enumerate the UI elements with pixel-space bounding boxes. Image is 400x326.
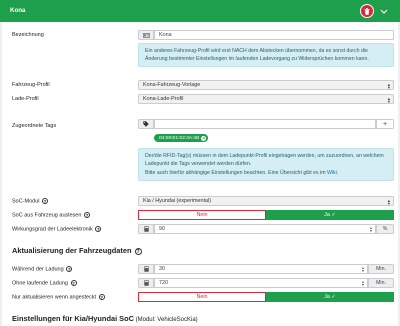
soc-read-label-text: SoC aus Fahrzeug auslesen	[12, 212, 82, 219]
tags-label: Zugeordnete Tags	[12, 123, 57, 129]
without-charge-unit: Min.	[368, 278, 394, 288]
section-kia-bold: Einstellungen für Kia/Hyundai SoC	[12, 314, 134, 323]
tags-info-box: Der/die RFID-Tag(s) müssen in dem Ladepu…	[138, 148, 394, 181]
soc-read-no-button[interactable]: Nein	[138, 210, 266, 220]
bezeichnung-input[interactable]: Kona	[154, 30, 394, 40]
efficiency-input[interactable]: 90 ▴ ▾	[154, 224, 376, 234]
card-title: Kona	[10, 7, 26, 14]
collapse-button[interactable]	[379, 6, 389, 16]
during-charge-label-text: Während der Ladung	[12, 266, 64, 273]
help-icon[interactable]: ?	[95, 226, 102, 232]
without-charge-field-icon	[138, 278, 154, 288]
tag-chip[interactable]: 04:08:E1:02:3A:4B ✕	[154, 134, 209, 142]
calculator-icon	[143, 226, 149, 232]
soc-read-yes-label: Ja	[324, 212, 330, 218]
check-icon: ✓	[331, 294, 336, 300]
charge-profile-value: Kona-Lade-Profil	[143, 96, 184, 102]
during-charge-field-icon	[138, 264, 154, 274]
spinner-icon[interactable]: ▴ ▾	[370, 225, 372, 233]
help-icon[interactable]: ?	[83, 212, 90, 218]
efficiency-field-icon	[138, 224, 154, 234]
section-update-text: Aktualisierung der Fahrzeugdaten	[12, 246, 132, 255]
tags-info-line2: Bitte auch hierfür abhängige Einstellung…	[145, 169, 327, 176]
add-tag-button[interactable]: +	[376, 119, 394, 129]
tags-info-end: .	[336, 169, 339, 176]
only-plugged-no-button[interactable]: Nein	[138, 292, 266, 302]
efficiency-unit: %	[376, 224, 394, 234]
tag-input[interactable]	[154, 119, 376, 129]
efficiency-value: 90	[159, 226, 165, 232]
soc-read-yes-button[interactable]: Ja ✓	[266, 210, 394, 220]
without-charge-input[interactable]: 720 ▴ ▾	[154, 278, 368, 288]
vehicle-profile-label: Fahrzeug-Profil	[12, 82, 50, 88]
trash-icon	[364, 7, 370, 15]
select-arrows-icon: ▴ ▾	[387, 81, 390, 90]
profile-info-box: Ein anderes Fahrzeug-Profil wird erst NA…	[138, 43, 394, 67]
tags-info-line1: Der/die RFID-Tag(s) müssen in dem Ladepu…	[145, 153, 384, 168]
soc-read-label: SoC aus Fahrzeug auslesen ?	[12, 212, 90, 218]
tag-field-icon	[138, 119, 154, 129]
during-charge-input[interactable]: 30 ▴ ▾	[154, 264, 368, 274]
soc-module-label: SoC-Modul ?	[12, 198, 49, 205]
delete-button[interactable]	[360, 4, 374, 18]
remove-tag-icon[interactable]: ✕	[201, 135, 207, 141]
soc-module-select[interactable]: Kia / Hyundai (experimental) ▴ ▾	[138, 196, 394, 206]
name-field-icon	[138, 30, 154, 40]
help-icon[interactable]: ?	[42, 198, 49, 204]
vehicle-settings-panel: Bezeichnung Kona Ein anderes Fahrzeug-Pr…	[2, 22, 398, 326]
without-charge-label-text: Ohne laufende Ladung	[12, 280, 68, 287]
only-plugged-label: Nur aktualisieren wenn angesteckt ?	[12, 294, 105, 300]
only-plugged-label-text: Nur aktualisieren wenn angesteckt	[12, 294, 97, 301]
tag-chip-label: 04:08:E1:02:3A:4B	[159, 135, 200, 141]
section-kia-title: Einstellungen für Kia/Hyundai SoC (Modul…	[12, 314, 198, 323]
spinner-icon[interactable]: ▴ ▾	[362, 279, 364, 287]
chevron-down-icon	[380, 9, 388, 14]
section-kia-module: (Modul: VehicleSocKia)	[133, 317, 198, 323]
only-plugged-yes-button[interactable]: Ja ✓	[266, 292, 394, 302]
soc-module-label-text: SoC-Modul	[12, 198, 40, 205]
help-icon[interactable]: ?	[66, 266, 73, 272]
efficiency-label: Wirkungsgrad der Ladeelektronik ?	[12, 226, 102, 233]
vehicle-profile-value: Kona-Fahrzeug-Vorlage	[143, 82, 201, 88]
during-charge-unit: Min.	[368, 264, 394, 274]
charge-profile-select[interactable]: Kona-Lade-Profil ▴ ▾	[138, 94, 394, 104]
help-icon[interactable]: ?	[70, 280, 77, 286]
check-icon: ✓	[331, 212, 336, 218]
efficiency-label-text: Wirkungsgrad der Ladeelektronik	[12, 226, 93, 233]
calculator-icon	[143, 266, 149, 272]
select-arrows-icon: ▴ ▾	[387, 197, 390, 206]
tag-icon	[143, 121, 149, 127]
card-header[interactable]: Kona	[0, 0, 400, 22]
soc-module-value: Kia / Hyundai (experimental)	[143, 198, 212, 204]
select-arrows-icon: ▴ ▾	[387, 95, 390, 104]
charge-profile-label: Lade-Profil	[12, 96, 39, 102]
during-charge-label: Während der Ladung ?	[12, 266, 73, 273]
during-charge-value: 30	[159, 266, 165, 272]
wiki-link[interactable]: Wiki	[327, 170, 337, 176]
section-update-title: Aktualisierung der Fahrzeugdaten ?	[12, 246, 142, 255]
only-plugged-yes-label: Ja	[324, 294, 330, 300]
vehicle-profile-select[interactable]: Kona-Fahrzeug-Vorlage ▴ ▾	[138, 80, 394, 90]
bezeichnung-label: Bezeichnung	[12, 32, 44, 38]
without-charge-label: Ohne laufende Ladung ?	[12, 280, 77, 286]
id-card-icon	[142, 32, 150, 38]
help-icon[interactable]: ?	[134, 247, 142, 255]
calculator-icon	[143, 280, 149, 286]
without-charge-value: 720	[159, 280, 168, 286]
help-icon[interactable]: ?	[98, 294, 105, 300]
spinner-icon[interactable]: ▴ ▾	[362, 265, 364, 273]
